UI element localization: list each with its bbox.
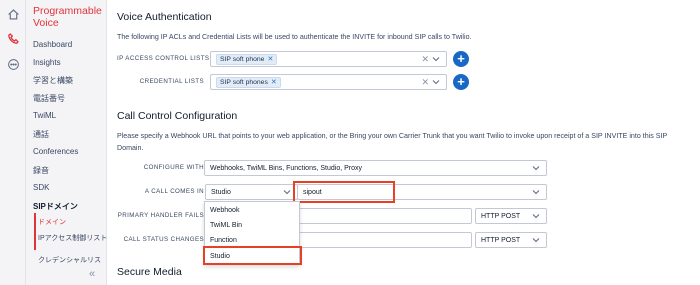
configure-with-label: CONFIGURE WITH [143, 164, 204, 171]
sidebar-item-sip-domains[interactable]: SIPドメイン [33, 201, 78, 212]
primary-handler-fails-label: PRIMARY HANDLER FAILS [117, 212, 204, 219]
sidebar-item-insights[interactable]: Insights [33, 58, 61, 67]
credential-lists-label: CREDENTIAL LISTS [139, 78, 204, 85]
ip-acl-chip: SIP soft phone ✕ [216, 53, 278, 65]
credential-chip-label: SIP soft phones [220, 78, 268, 86]
ip-acl-multiselect[interactable]: SIP soft phone ✕ ✕ [210, 51, 447, 67]
more-icon[interactable] [3, 54, 23, 74]
plus-icon: + [457, 51, 465, 66]
configure-with-value: Webhooks, TwiML Bins, Functions, Studio,… [210, 164, 362, 172]
close-icon[interactable]: ✕ [421, 54, 429, 64]
sidebar-item-sdk[interactable]: SDK [33, 183, 49, 192]
chevron-down-icon [283, 190, 291, 195]
sidebar-item-dashboard[interactable]: Dashboard [33, 40, 72, 49]
chevron-down-icon[interactable] [432, 78, 440, 86]
sidebar-subitem-credential-lists[interactable]: クレデンシャルリス [38, 255, 101, 265]
add-ip-acl-button[interactable]: + [453, 51, 469, 67]
sidebar-item-recordings[interactable]: 録音 [33, 165, 49, 176]
phone-icon[interactable] [3, 28, 23, 48]
close-icon[interactable]: ✕ [421, 77, 429, 87]
call-comes-in-type-select[interactable]: Studio [205, 184, 298, 200]
sidebar-item-conferences[interactable]: Conferences [33, 147, 78, 156]
icon-rail [0, 0, 26, 285]
chevron-down-icon [532, 190, 540, 195]
add-credential-list-button[interactable]: + [453, 74, 469, 90]
collapse-sidebar-button[interactable]: « [89, 268, 95, 280]
call-control-description: Please specify a Webhook URL that points… [117, 132, 668, 152]
close-icon[interactable]: ✕ [267, 55, 273, 63]
home-icon[interactable] [3, 4, 23, 24]
primary-handler-method-select[interactable]: HTTP POST [475, 208, 547, 224]
ip-acl-label: IP ACCESS CONTROL LISTS [117, 55, 210, 62]
active-nav-marker [34, 213, 36, 250]
call-status-changes-label: CALL STATUS CHANGES [123, 236, 204, 243]
sidebar-item-learn-build[interactable]: 学習と構築 [33, 75, 73, 86]
product-sidebar: Programmable Voice Dashboard Insights 学習… [26, 0, 107, 285]
sidebar-item-twiml[interactable]: TwiML [33, 111, 56, 120]
configure-with-select[interactable]: Webhooks, TwiML Bins, Functions, Studio,… [204, 160, 547, 176]
chevron-down-icon [532, 166, 540, 171]
call-comes-in-label: A CALL COMES IN [144, 188, 204, 195]
credential-chip: SIP soft phones ✕ [216, 76, 281, 88]
sidebar-subitem-ip-acl[interactable]: IPアクセス制御リスト [38, 233, 107, 243]
dropdown-option-twiml-bin[interactable]: TwiML Bin [205, 218, 299, 234]
voice-auth-title: Voice Authentication [117, 11, 212, 23]
call-comes-in-type-value: Studio [211, 188, 231, 196]
chevron-down-icon [532, 214, 540, 219]
voice-auth-description: The following IP ACLs and Credential Lis… [117, 33, 472, 41]
flow-highlight-box [293, 181, 395, 203]
sidebar-item-phone-numbers[interactable]: 電話番号 [33, 93, 65, 104]
ip-acl-chip-label: SIP soft phone [220, 55, 265, 63]
dropdown-option-webhook[interactable]: Webhook [205, 203, 299, 219]
chevron-down-icon [532, 238, 540, 243]
close-icon[interactable]: ✕ [271, 78, 277, 86]
call-control-title: Call Control Configuration [117, 110, 238, 122]
studio-option-highlight-box [203, 246, 302, 265]
sidebar-subitem-domains[interactable]: ドメイン [38, 217, 66, 227]
credential-lists-multiselect[interactable]: SIP soft phones ✕ ✕ [210, 74, 447, 90]
sidebar-item-calls[interactable]: 通話 [33, 129, 49, 140]
status-callback-method-select[interactable]: HTTP POST [475, 232, 547, 248]
status-callback-method-value: HTTP POST [481, 236, 521, 244]
plus-icon: + [457, 74, 465, 89]
secure-media-title: Secure Media [117, 266, 182, 278]
primary-handler-method-value: HTTP POST [481, 212, 521, 220]
chevron-down-icon[interactable] [432, 55, 440, 63]
main-content: Voice Authentication The following IP AC… [107, 0, 700, 285]
product-title: Programmable Voice [33, 5, 102, 29]
